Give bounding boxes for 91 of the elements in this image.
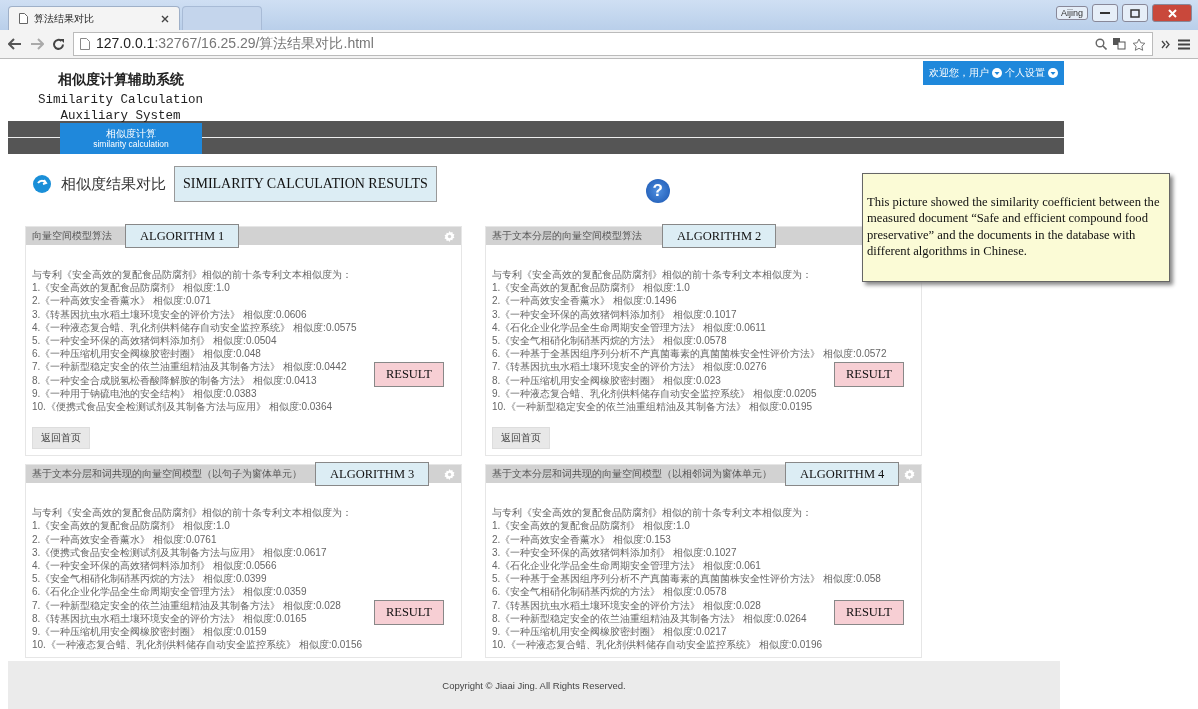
result-item: 9.《一种压缩机用安全阀橡胶密封圈》 相似度:0.0217 <box>492 625 727 639</box>
page-icon <box>19 13 28 24</box>
result-item: 2.《一种高效安全香薰水》 相似度:0.153 <box>492 532 671 546</box>
algorithm-label: ALGORITHM 2 <box>662 224 777 248</box>
result-item: 8.《一种压缩机用安全阀橡胶密封圈》 相似度:0.023 <box>492 373 721 387</box>
result-item: 4.《一种安全环保的高效猪饲料添加剂》 相似度:0.0566 <box>32 559 277 573</box>
reload-icon[interactable] <box>52 37 65 51</box>
result-item: 5.《安全气相硝化制硝基丙烷的方法》 相似度:0.0578 <box>492 334 727 348</box>
result-item: 2.《一种高效安全香薰水》 相似度:0.0761 <box>32 532 217 546</box>
intro-text: 与专利《安全高效的复配食品防腐剂》相似的前十条专利文本相似度为： <box>32 506 352 520</box>
title-annotation: SIMILARITY CALCULATION RESULTS <box>174 166 437 202</box>
nav-tab[interactable]: 相似度计算 similarity calculation <box>60 123 202 154</box>
browser-tab[interactable]: 算法结果对比 <box>8 6 180 30</box>
result-item: 2.《一种高效安全香薰水》 相似度:0.071 <box>32 294 211 308</box>
result-item: 6.《一种压缩机用安全阀橡胶密封圈》 相似度:0.048 <box>32 347 261 361</box>
home-button[interactable]: 返回首页 <box>492 427 550 450</box>
result-item: 9.《一种压缩机用安全阀橡胶密封圈》 相似度:0.0159 <box>32 625 267 639</box>
result-item: 3.《一种安全环保的高效猪饲料添加剂》 相似度:0.1017 <box>492 307 737 321</box>
address-field[interactable]: 127.0.0.1:32767/16.25.29/算法结果对比.html <box>73 32 1153 56</box>
result-item: 10.《便携式食品安全检测试剂及其制备方法与应用》 相似度:0.0364 <box>32 400 333 414</box>
page-title: 相似度结果对比 <box>61 174 166 194</box>
panel-title: 基于文本分层和词共现的向量空间模型（以句子为窗体单元） <box>32 467 302 482</box>
panel-title: 基于文本分层和词共现的向量空间模型（以相邻词为窗体单元） <box>492 467 772 482</box>
welcome-text: 欢迎您，用户 <box>929 66 989 80</box>
panel-title: 向量空间模型算法 <box>32 229 112 243</box>
result-item: 4.《一种液态复合蜡、乳化剂供料储存自动安全监控系统》 相似度:0.0575 <box>32 320 357 334</box>
result-item: 7.《一种新型稳定安全的依兰油重组精油及其制备方法》 相似度:0.028 <box>32 598 341 612</box>
logo-subtitle: Auxiliary System <box>60 108 181 124</box>
algorithm-label: ALGORITHM 4 <box>785 462 900 487</box>
logo-title: 相似度计算辅助系统 <box>57 71 184 89</box>
page-icon <box>80 38 90 50</box>
result-label: RESULT <box>373 362 444 387</box>
translate-icon[interactable] <box>1113 38 1126 50</box>
result-item: 8.《一种安全合成脱氢松香酸降解胺的制备方法》 相似度:0.0413 <box>32 373 317 387</box>
result-item: 8.《一种新型稳定安全的依兰油重组精油及其制备方法》 相似度:0.0264 <box>492 611 807 626</box>
close-icon <box>1167 8 1177 18</box>
algorithm-label: ALGORITHM 3 <box>315 462 430 487</box>
maximize-icon <box>1130 8 1140 18</box>
result-item: 6.《安全气相硝化制硝基丙烷的方法》 相似度:0.0578 <box>492 585 727 599</box>
result-label: RESULT <box>373 600 444 626</box>
result-item: 6.《一种基于全基因组序列分析不产真菌毒素的真菌菌株安全性评价方法》 相似度:0.0572 <box>492 347 887 361</box>
settings-link[interactable]: 个人设置 <box>1005 66 1045 80</box>
menu-icon[interactable] <box>1178 38 1190 50</box>
logo-subtitle: Similarity Calculation <box>38 92 204 108</box>
result-item: 10.《一种液态复合蜡、乳化剂供料储存自动安全监控系统》 相似度:0.0196 <box>492 638 823 652</box>
zoom-icon[interactable] <box>1095 38 1107 50</box>
result-item: 1.《安全高效的复配食品防腐剂》 相似度:1.0 <box>32 519 230 533</box>
maximize-button[interactable] <box>1122 4 1148 22</box>
result-item: 7.《转基因抗虫水稻土壤环境安全的评价方法》 相似度:0.0276 <box>492 360 767 374</box>
result-item: 2.《一种高效安全香薰水》 相似度:0.1496 <box>492 294 677 308</box>
intro-text: 与专利《安全高效的复配食品防腐剂》相似的前十条专利文本相似度为： <box>32 268 352 282</box>
result-item: 6.《石化企业化学品全生命周期安全管理方法》 相似度:0.0359 <box>32 585 307 599</box>
result-item: 3.《一种安全环保的高效猪饲料添加剂》 相似度:0.1027 <box>492 545 737 560</box>
home-button[interactable]: 返回首页 <box>32 427 90 450</box>
note-callout: This picture showed the similarity coefficient between the measured document “Safe and efficient compound food preservative” and the documents in the database with different algorithms in Chinese. <box>862 173 1170 282</box>
help-icon[interactable]: ? <box>645 179 670 203</box>
panel-title: 基于文本分层的向量空间模型算法 <box>492 229 642 243</box>
result-item: 10.《一种新型稳定安全的依兰油重组精油及其制备方法》 相似度:0.0195 <box>492 400 813 414</box>
copyright-footer: Copyright © Jiaai Jing. All Rights Reserved. <box>8 661 1060 709</box>
close-button[interactable] <box>1152 4 1192 22</box>
result-item: 8.《转基因抗虫水稻土壤环境安全的评价方法》 相似度:0.0165 <box>32 611 307 626</box>
result-item: 5.《安全气相硝化制硝基丙烷的方法》 相似度:0.0399 <box>32 572 267 586</box>
back-icon[interactable] <box>8 38 22 50</box>
result-item: 1.《安全高效的复配食品防腐剂》 相似度:1.0 <box>492 519 690 533</box>
result-label: RESULT <box>833 600 904 626</box>
arrow-circle-icon <box>33 175 51 193</box>
result-item: 4.《石化企业化学品全生命周期安全管理方法》 相似度:0.0611 <box>492 320 766 334</box>
result-item: 7.《转基因抗虫水稻土壤环境安全的评价方法》 相似度:0.028 <box>492 598 761 612</box>
result-item: 7.《一种新型稳定安全的依兰油重组精油及其制备方法》 相似度:0.0442 <box>32 360 347 374</box>
result-item: 3.《便携式食品安全检测试剂及其制备方法与应用》 相似度:0.0617 <box>32 545 327 560</box>
result-item: 4.《石化企业化学品全生命周期安全管理方法》 相似度:0.061 <box>492 559 761 573</box>
result-item: 5.《一种基于全基因组序列分析不产真菌毒素的真菌菌株安全性评价方法》 相似度:0.058 <box>492 572 881 586</box>
chevrons-icon[interactable] <box>1161 39 1170 49</box>
intro-text: 与专利《安全高效的复配食品防腐剂》相似的前十条专利文本相似度为： <box>492 506 812 520</box>
algorithm-label: ALGORITHM 1 <box>125 224 240 248</box>
profile-button[interactable]: Aijing <box>1056 6 1088 20</box>
result-item: 9.《一种液态复合蜡、乳化剂供料储存自动安全监控系统》 相似度:0.0205 <box>492 386 817 401</box>
result-item: 1.《安全高效的复配食品防腐剂》 相似度:1.0 <box>492 281 690 295</box>
minimize-button[interactable] <box>1092 4 1118 22</box>
result-label: RESULT <box>833 362 904 387</box>
result-item: 9.《一种用于钠硫电池的安全结构》 相似度:0.0383 <box>32 386 257 401</box>
dropdown-icon[interactable] <box>1048 68 1058 78</box>
result-item: 10.《一种液态复合蜡、乳化剂供料储存自动安全监控系统》 相似度:0.0156 <box>32 638 363 652</box>
result-item: 1.《安全高效的复配食品防腐剂》 相似度:1.0 <box>32 281 230 295</box>
close-icon[interactable] <box>161 14 169 23</box>
dropdown-icon[interactable] <box>992 68 1002 78</box>
intro-text: 与专利《安全高效的复配食品防腐剂》相似的前十条专利文本相似度为： <box>492 268 812 282</box>
star-icon[interactable] <box>1132 37 1146 51</box>
result-item: 5.《一种安全环保的高效猪饲料添加剂》 相似度:0.0504 <box>32 334 277 348</box>
minimize-icon <box>1100 11 1110 15</box>
result-item: 3.《转基因抗虫水稻土壤环境安全的评价方法》 相似度:0.0606 <box>32 307 307 321</box>
